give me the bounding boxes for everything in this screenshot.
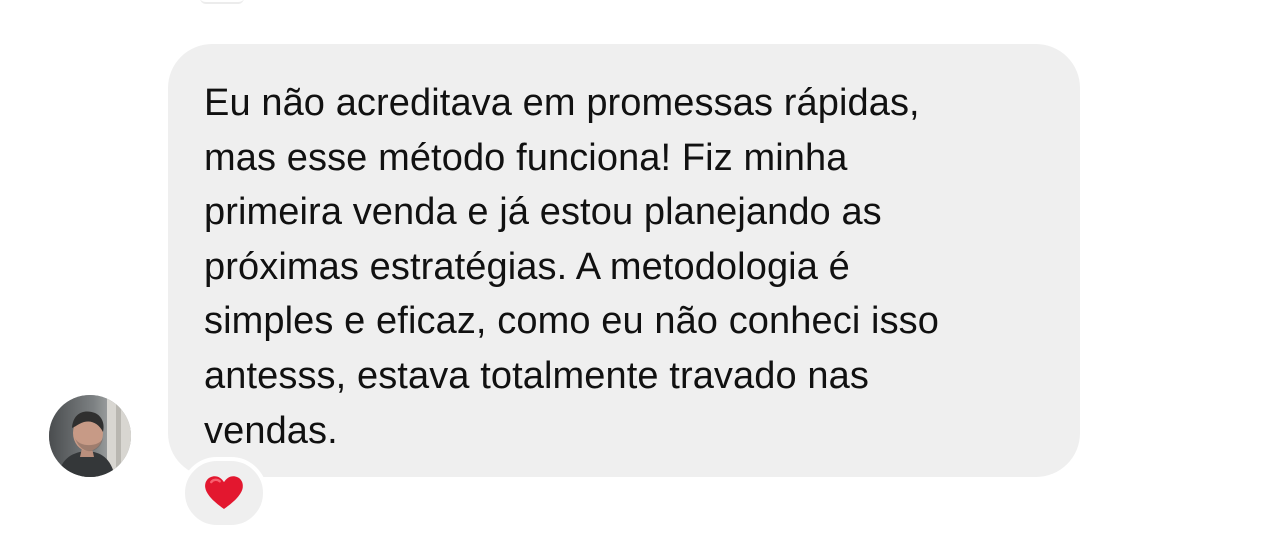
message-bubble[interactable]: Eu não acreditava em promessas rápidas, …	[168, 44, 1080, 477]
avatar-photo-icon	[49, 395, 131, 477]
sender-avatar[interactable]	[49, 395, 131, 477]
incoming-message-row: Eu não acreditava em promessas rápidas, …	[0, 0, 1280, 538]
chat-thread: Eu não acreditava em promessas rápidas, …	[0, 0, 1280, 538]
message-text: Eu não acreditava em promessas rápidas, …	[204, 82, 940, 452]
message-reaction[interactable]	[181, 457, 267, 529]
red-heart-icon	[205, 476, 243, 509]
